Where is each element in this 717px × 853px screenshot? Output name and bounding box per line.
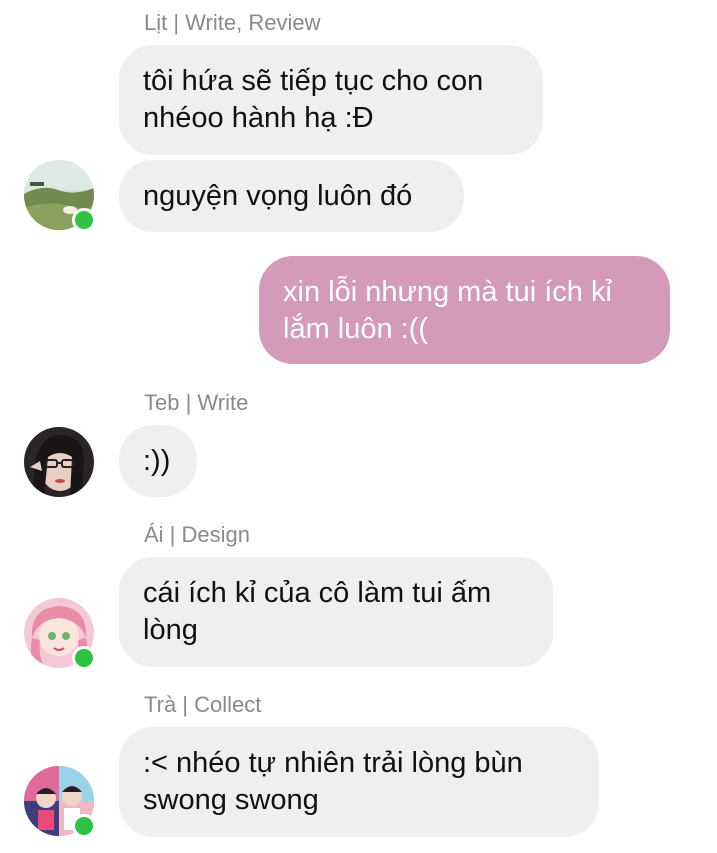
avatar[interactable]: [24, 598, 96, 670]
message-bubble[interactable]: tôi hứa sẽ tiếp tục cho con nhéoo hành h…: [119, 45, 543, 155]
message-bubble[interactable]: cái ích kỉ của cô làm tui ấm lòng: [119, 557, 553, 667]
online-status-dot: [72, 646, 96, 670]
avatar[interactable]: [24, 427, 94, 497]
message-bubble[interactable]: nguyện vọng luôn đó: [119, 160, 464, 232]
avatar[interactable]: [24, 766, 96, 838]
sender-name: Ái | Design: [144, 522, 250, 547]
message-bubble[interactable]: :< nhéo tự nhiên trải lòng bùn swong swo…: [119, 727, 599, 837]
online-status-dot: [72, 814, 96, 838]
message-bubble[interactable]: :)): [119, 425, 197, 497]
sender-name: Trà | Collect: [144, 692, 262, 717]
own-message-bubble[interactable]: xin lỗi nhưng mà tui ích kỉ lắm luôn :((: [259, 256, 670, 364]
avatar[interactable]: [24, 160, 96, 232]
online-status-dot: [72, 208, 96, 232]
sender-name: Lịt | Write, Review: [144, 10, 321, 35]
sender-name: Teb | Write: [144, 390, 249, 415]
person-avatar-image: [24, 427, 94, 497]
